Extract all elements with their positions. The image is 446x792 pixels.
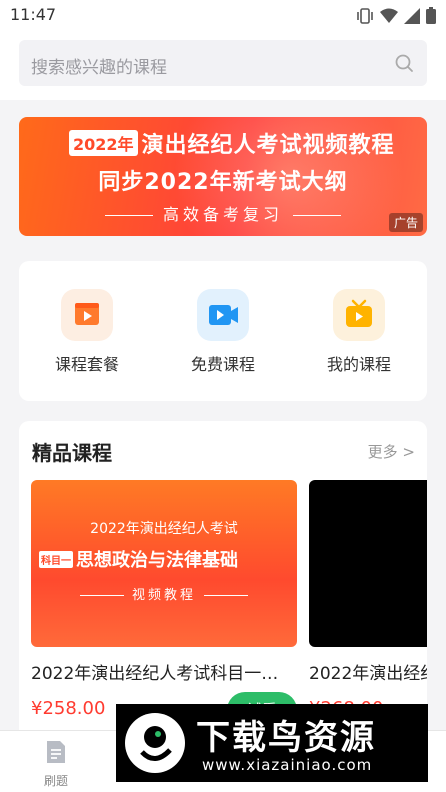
banner-tagline: 高效备考复习 xyxy=(162,205,283,224)
ad-banner[interactable]: 2022年 演出经纪人考试视频教程 同步2022年新考试大纲 高效备考复习 广告 xyxy=(19,117,427,236)
featured-courses-section: 精品课程 更多 > 2022年演出经纪人考试 科目一 思想政治与法律基础 视频教… xyxy=(19,421,427,731)
bird-logo-icon xyxy=(125,713,185,773)
tab-practice[interactable]: 刷题 xyxy=(16,739,96,789)
thumb-heading: 2022年演出经纪人考试 xyxy=(90,521,238,537)
quick-link-my-courses[interactable]: 我的课程 xyxy=(299,289,419,375)
quick-link-label: 课程套餐 xyxy=(54,355,119,374)
wifi-icon xyxy=(380,8,398,23)
banner-title: 演出经纪人考试视频教程 xyxy=(141,133,395,158)
search-input[interactable]: 搜索感兴趣的课程 xyxy=(19,40,427,86)
watermark-title: 下载鸟资源 xyxy=(196,718,376,758)
divider xyxy=(79,595,124,596)
quick-links-card: 课程套餐 免费课程 我的课程 xyxy=(19,261,427,401)
divider xyxy=(104,215,153,216)
watermark-logo: 下载鸟资源 www.xiazainiao.com xyxy=(116,704,428,782)
divider xyxy=(204,595,248,596)
course-thumbnail[interactable]: 2022年演出经纪人考试 科目一 思想政治与法律基础 视频教程 xyxy=(31,480,297,647)
quick-link-label: 免费课程 xyxy=(190,355,255,374)
divider xyxy=(293,215,341,216)
tv-play-icon xyxy=(333,289,385,341)
banner-headline: 2022年 演出经纪人考试视频教程 xyxy=(69,127,395,159)
thumb-subtitle: 视频教程 xyxy=(131,588,196,603)
course-card[interactable]: 2022年演出经纪人考试 科目一 思想政治与法律基础 视频教程 2022年演出经… xyxy=(31,480,297,728)
course-thumbnail[interactable] xyxy=(309,480,427,647)
banner-tagline-row: 高效备考复习 xyxy=(19,201,427,225)
tab-label: 刷题 xyxy=(43,774,68,788)
search-bar: 搜索感兴趣的课程 xyxy=(0,32,446,100)
status-icons xyxy=(356,7,436,24)
thumb-title-row: 科目一 思想政治与法律基础 xyxy=(39,546,238,572)
quick-link-free-courses[interactable]: 免费课程 xyxy=(163,289,283,375)
thumb-subtitle-row: 视频教程 xyxy=(31,584,297,603)
signal-icon xyxy=(404,7,420,24)
watermark-url: www.xiazainiao.com xyxy=(202,756,373,774)
ad-badge: 广告 xyxy=(388,213,423,232)
quick-link-label: 我的课程 xyxy=(326,355,391,374)
battery-icon xyxy=(426,7,436,24)
search-placeholder: 搜索感兴趣的课程 xyxy=(31,58,167,78)
status-time: 11:47 xyxy=(10,5,57,24)
quick-link-course-package[interactable]: 课程套餐 xyxy=(27,289,147,375)
status-bar: 11:47 xyxy=(0,0,446,32)
video-camera-icon xyxy=(197,289,249,341)
banner-year-badge: 2022年 xyxy=(69,130,138,156)
section-title: 精品课程 xyxy=(32,441,112,465)
course-name[interactable]: 2022年演出经纪人考试科目一… xyxy=(31,659,297,684)
thumb-title: 思想政治与法律基础 xyxy=(76,550,238,571)
subject-badge: 科目一 xyxy=(39,550,73,568)
play-bag-icon xyxy=(61,289,113,341)
document-icon xyxy=(47,741,65,763)
search-icon[interactable] xyxy=(393,52,415,74)
course-card[interactable]: 2022年演出经纪 ¥268.00 xyxy=(309,480,427,719)
banner-subtitle: 同步2022年新考试大纲 xyxy=(98,170,348,195)
vibrate-icon xyxy=(357,7,373,24)
course-name[interactable]: 2022年演出经纪 xyxy=(309,659,427,684)
more-link[interactable]: 更多 > xyxy=(368,441,415,462)
